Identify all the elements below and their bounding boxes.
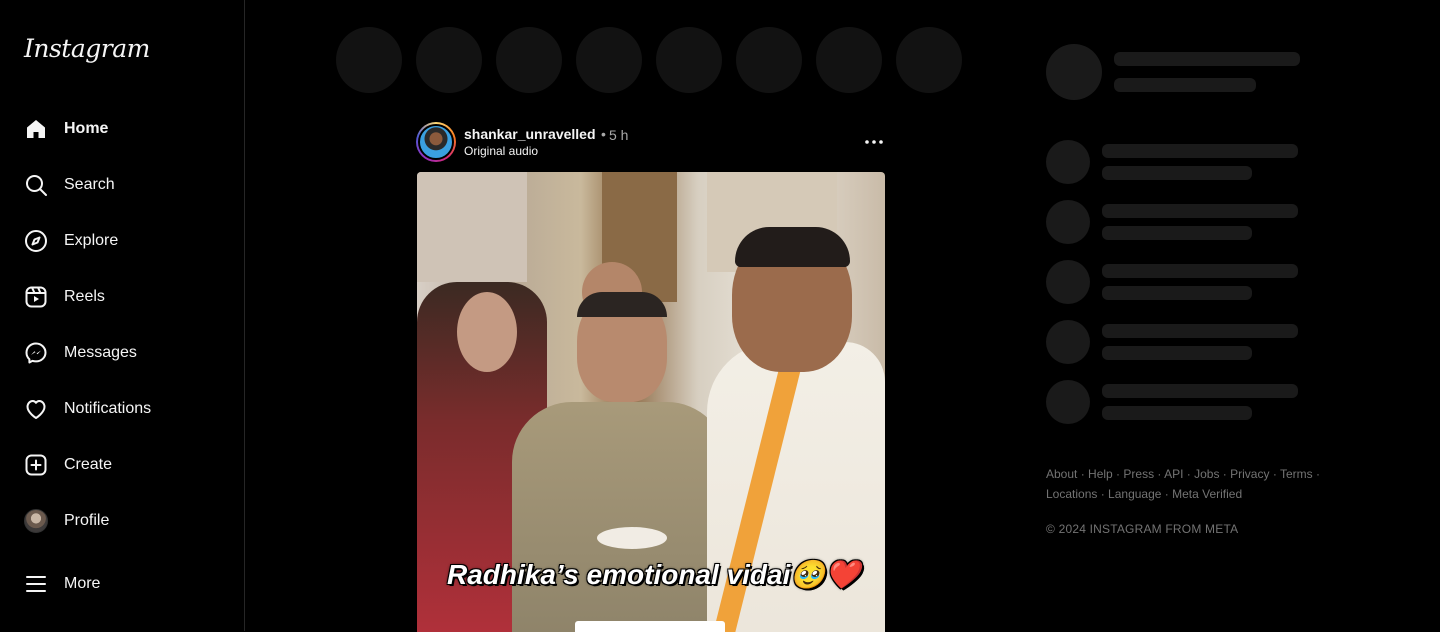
footer-link-language[interactable]: Language [1108,487,1161,501]
hamburger-icon [24,572,48,596]
story-placeholder [496,27,562,93]
footer-link-jobs[interactable]: Jobs [1194,467,1219,481]
skeleton-avatar [1046,320,1090,364]
skeleton-line [1102,144,1298,158]
post-timestamp[interactable]: 5 h [609,127,628,143]
footer-link-about[interactable]: About [1046,467,1077,481]
footer-link-help[interactable]: Help [1088,467,1113,481]
video-frame-region [577,292,667,317]
skeleton-line [1102,324,1298,338]
skeleton-avatar [1046,380,1090,424]
reels-icon [24,285,48,309]
video-frame-region [735,227,850,267]
sidebar-item-label: Reels [64,288,105,305]
video-frame-region [512,402,727,632]
skeleton-line [1102,264,1298,278]
heart-icon [24,397,48,421]
post-username[interactable]: shankar_unravelled [464,126,596,142]
sidebar-item-label: Notifications [64,400,152,417]
footer-link-locations[interactable]: Locations [1046,487,1097,501]
footer-link-terms[interactable]: Terms [1280,467,1313,481]
skeleton-line [1102,384,1298,398]
video-frame-region [417,172,527,282]
plus-square-icon [24,453,48,477]
story-placeholder [736,27,802,93]
skeleton-avatar [1046,200,1090,244]
post-author-avatar[interactable] [416,122,456,162]
separator-dot: • [601,126,606,142]
post-header: shankar_unravelled • 5 h Original audio [416,122,886,162]
skeleton-avatar [1046,44,1102,100]
footer-link-press[interactable]: Press [1123,467,1154,481]
story-placeholder [656,27,722,93]
sidebar-item-label: Profile [64,512,110,529]
compass-icon [24,229,48,253]
sidebar-item-label: Explore [64,232,119,249]
sidebar-item-profile[interactable]: Profile [12,497,234,545]
sidebar-item-label: More [64,575,101,592]
sidebar-item-more[interactable]: More [12,560,234,608]
video-overlay-tab [575,621,725,632]
sidebar-item-home[interactable]: Home [12,105,234,153]
footer-link-meta-verified[interactable]: Meta Verified [1172,487,1242,501]
sidebar-item-label: Create [64,456,113,473]
search-icon [24,173,48,197]
skeleton-line [1114,52,1300,66]
sidebar-item-label: Messages [64,344,137,361]
skeleton-line [1102,346,1252,360]
skeleton-avatar [1046,260,1090,304]
post-audio-link[interactable]: Original audio [464,144,538,158]
story-placeholder [336,27,402,93]
sidebar-item-messages[interactable]: Messages [12,329,234,377]
skeleton-line [1102,406,1252,420]
sidebar-item-label: Search [64,176,115,193]
skeleton-avatar [1046,140,1090,184]
footer-links: About · Help · Press · API · Jobs · Priv… [1046,467,1320,501]
instagram-logo[interactable]: Instagram [24,34,150,63]
footer-link-privacy[interactable]: Privacy [1230,467,1269,481]
video-frame-region [457,292,517,372]
story-placeholder [896,27,962,93]
skeleton-line [1114,78,1256,92]
video-caption: Radhika’s emotional vidai🥹❤️ [447,559,861,590]
sidebar: Instagram Home Search Explore Reels Mess… [0,0,245,631]
sidebar-item-create[interactable]: Create [12,441,234,489]
footer-link-api[interactable]: API [1164,467,1183,481]
avatar [24,509,48,533]
stories-tray [336,27,962,93]
home-icon [24,117,48,141]
sidebar-item-explore[interactable]: Explore [12,217,234,265]
skeleton-line [1102,166,1252,180]
more-options-icon[interactable] [862,130,886,154]
video-frame-region [597,527,667,549]
sidebar-item-label: Home [64,120,109,137]
skeleton-line [1102,226,1252,240]
post-video[interactable]: Radhika’s emotional vidai🥹❤️ [417,172,885,632]
skeleton-line [1102,286,1252,300]
sidebar-item-reels[interactable]: Reels [12,273,234,321]
sidebar-item-notifications[interactable]: Notifications [12,385,234,433]
copyright: © 2024 INSTAGRAM FROM META [1046,522,1239,536]
sidebar-item-search[interactable]: Search [12,161,234,209]
story-placeholder [816,27,882,93]
messenger-icon [24,341,48,365]
skeleton-line [1102,204,1298,218]
story-placeholder [576,27,642,93]
story-placeholder [416,27,482,93]
